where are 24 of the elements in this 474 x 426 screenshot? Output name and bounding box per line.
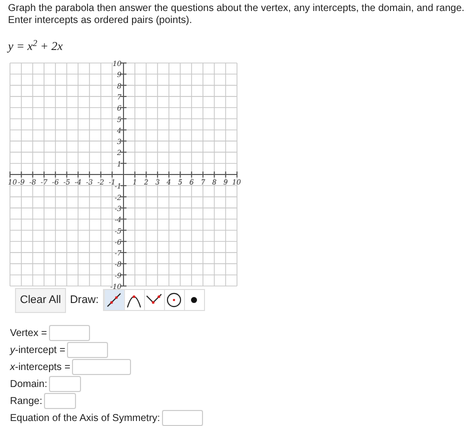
draw-tool-button[interactable] xyxy=(164,290,184,310)
equation: y = x$^{2}$ + 2x xyxy=(8,37,63,55)
instruction-text: Enter intercepts as ordered pairs (points). xyxy=(8,15,192,27)
answer-field[interactable] xyxy=(49,376,82,392)
field-label: Equation of the Axis of Symmetry: xyxy=(10,412,160,426)
field-label: Vertex = xyxy=(10,326,47,340)
dot-tool-icon xyxy=(191,297,198,304)
answer-field[interactable] xyxy=(67,342,108,358)
answer-field[interactable] xyxy=(44,393,76,409)
instruction-text: Graph the parabola then answer the questions about the vertex, any intercepts, the domain, and range. xyxy=(8,3,464,15)
field-label: Domain: xyxy=(10,378,48,392)
answer-field[interactable] xyxy=(48,325,90,341)
draw-tool-button[interactable] xyxy=(104,290,124,310)
field-label: x-intercepts = xyxy=(10,360,70,374)
circle-tool-icon xyxy=(165,291,184,310)
draw-tool-button[interactable] xyxy=(124,290,144,310)
line-tool-icon xyxy=(105,291,124,310)
field-label: Range: xyxy=(10,394,42,408)
answer-field[interactable] xyxy=(162,410,204,426)
clear-all-button[interactable]: Clear All xyxy=(15,288,66,312)
answer-field[interactable] xyxy=(72,359,132,375)
draw-tool-button[interactable] xyxy=(144,290,164,310)
draw-label: Draw: xyxy=(70,293,99,308)
field-label: y-intercept = xyxy=(10,344,66,358)
